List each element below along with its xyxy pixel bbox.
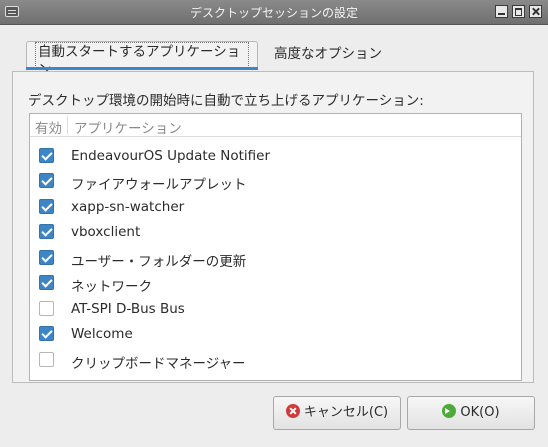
enabled-checkbox[interactable] [39,173,54,188]
list-item[interactable]: vboxclient [30,220,521,245]
autostart-list[interactable]: wallpaper-onceEndeavourOS Update Notifie… [29,113,522,381]
close-button[interactable] [529,5,542,18]
minimize-button[interactable] [495,5,508,18]
list-item[interactable]: Welcome [30,322,521,347]
ok-arrow-icon [442,404,457,418]
app-name: xapp-sn-watcher [71,198,185,215]
list-item[interactable]: ファイアウォールアプレット [30,169,521,194]
enabled-checkbox[interactable] [39,326,54,341]
enabled-checkbox[interactable] [39,147,54,163]
app-name: AT-SPI D-Bus Bus [71,300,185,317]
app-name: EndeavourOS Update Notifier [71,147,271,164]
title-bar[interactable]: デスクトップセッションの設定 [0,0,548,25]
autostart-description: デスクトップ環境の開始時に自動で立ち上げるアプリケーション: [28,93,424,109]
list-item[interactable]: EndeavourOS Update Notifier [30,144,521,169]
enabled-checkbox[interactable] [39,351,54,367]
enabled-checkbox[interactable] [39,249,54,265]
list-item[interactable]: xapp-sn-watcher [30,195,521,220]
window-title: デスクトップセッションの設定 [189,6,358,20]
app-name: ファイアウォールアプレット [71,177,247,193]
notebook: 自動スタートするアプリケーション 高度なオプション デスクトップ環境の開始時に自… [12,37,534,383]
column-header-enabled[interactable]: 有効 [35,117,62,137]
maximize-button[interactable] [512,5,525,18]
column-header-application[interactable]: アプリケーション [74,117,182,137]
app-name: ユーザー・フォルダーの更新 [71,253,247,270]
enabled-checkbox[interactable] [39,224,54,239]
list-item[interactable]: クリップボードマネージャー [30,348,521,373]
list-item[interactable]: AT-SPI D-Bus Bus [30,297,521,322]
enabled-checkbox[interactable] [39,300,54,316]
cancel-button-label: キャンセル(C) [303,405,389,420]
list-item[interactable]: ユーザー・フォルダーの更新 [30,246,521,271]
column-separator [67,116,68,134]
cancel-icon [285,404,300,418]
tab-advanced[interactable]: 高度なオプション [266,41,396,69]
app-name: vboxclient [71,224,141,240]
cancel-button[interactable]: キャンセル(C) [273,396,401,430]
app-name: ネットワーク [71,279,152,295]
ok-button[interactable]: OK(O) [407,396,535,430]
tab-advanced-label: 高度なオプション [274,46,382,62]
list-header: 有効 アプリケーション [30,114,521,137]
ok-button-label: OK(O) [460,405,500,420]
app-name: Welcome [71,326,133,342]
enabled-checkbox[interactable] [39,198,54,214]
app-name: クリップボードマネージャー [71,355,246,372]
enabled-checkbox[interactable] [39,275,54,290]
list-item[interactable]: ネットワーク [30,271,521,296]
tab-autostart[interactable]: 自動スタートするアプリケーション [26,41,258,80]
